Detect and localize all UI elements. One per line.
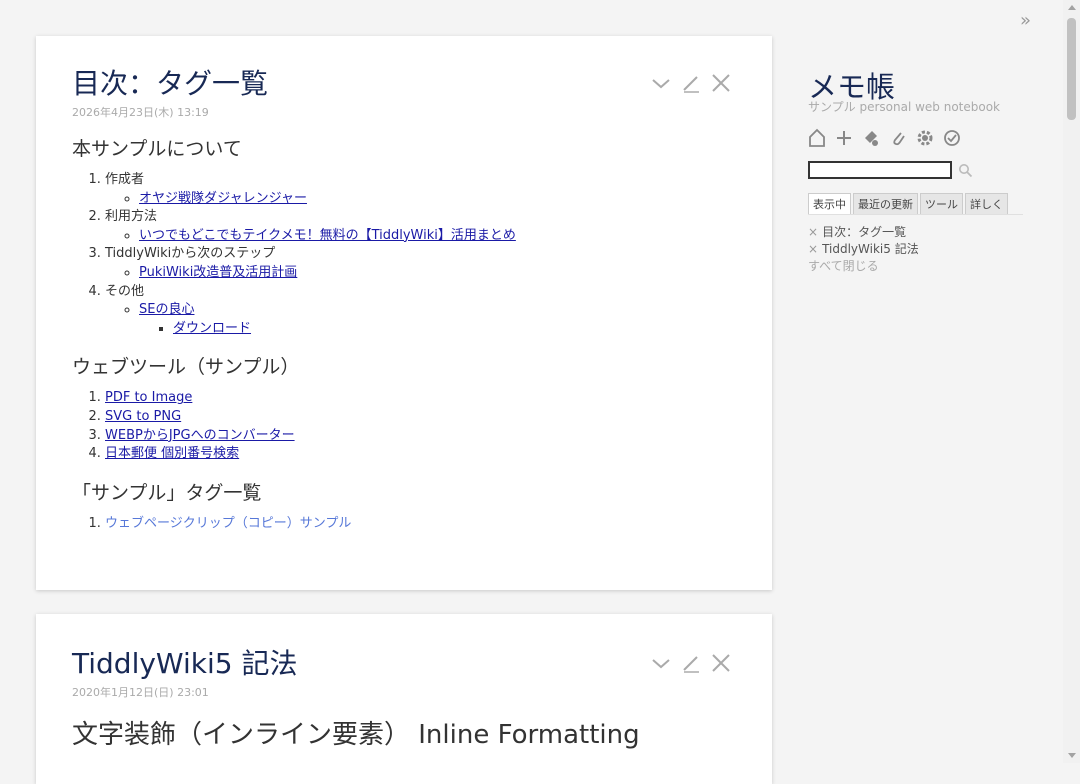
open-tiddlers-list: × 目次：タグ一覧 × TiddlyWiki5 記法 すべて閉じる [808, 224, 919, 275]
page-controls [808, 128, 961, 148]
close-icon[interactable]: × [808, 242, 818, 256]
attach-icon[interactable] [889, 128, 907, 148]
scroll-thumb[interactable] [1067, 18, 1076, 120]
list-item-label: 利用方法 [105, 209, 158, 225]
link[interactable]: いつでもどこでもテイクメモ！無料の【TiddlyWiki】活用まとめ [139, 228, 516, 243]
list-item-label: その他 [105, 283, 145, 299]
gear-icon[interactable] [916, 128, 934, 148]
tiddler-body: 文字装飾（インライン要素） Inline Formatting [72, 714, 736, 761]
link[interactable]: ダウンロード [173, 321, 251, 336]
list-item: WEBPからJPGへのコンバーター [105, 427, 736, 446]
tiddler-subtitle: 2020年1月12日(日) 23:01 [72, 686, 209, 699]
search-input[interactable] [808, 161, 952, 179]
tab-more[interactable]: 詳しく [965, 193, 1008, 214]
list-item: オヤジ戦隊ダジャレンジャー [139, 190, 736, 209]
site-subtitle: サンプル personal web notebook [808, 100, 1001, 114]
list-item: 作成者 オヤジ戦隊ダジャレンジャー [105, 171, 736, 208]
list-item: PukiWiki改造普及活用計画 [139, 264, 736, 283]
open-tiddler-item[interactable]: × TiddlyWiki5 記法 [808, 241, 919, 258]
list-item: ダウンロード [173, 320, 736, 339]
list-item: その他 SEの良心 ダウンロード [105, 283, 736, 339]
section-heading: 「サンプル」タグ一覧 [72, 481, 262, 504]
import-icon[interactable] [862, 128, 880, 148]
edit-icon[interactable] [680, 72, 702, 96]
close-all-button[interactable]: すべて閉じる [808, 258, 919, 275]
search-icon[interactable] [958, 163, 973, 178]
section-heading: ウェブツール（サンプル） [72, 356, 300, 379]
list-item: いつでもどこでもテイクメモ！無料の【TiddlyWiki】活用まとめ [139, 227, 736, 246]
home-icon[interactable] [808, 128, 826, 148]
list-item: PDF to Image [105, 389, 736, 408]
scroll-down-arrow-icon[interactable] [1068, 753, 1076, 758]
list-item-label: 作成者 [105, 172, 145, 187]
tiddler-controls [650, 652, 732, 676]
list-item: SVG to PNG [105, 408, 736, 427]
expand-sidebar-icon[interactable]: » [1020, 10, 1040, 31]
about-list: 作成者 オヤジ戦隊ダジャレンジャー 利用方法 いつでもどこでもテイクメモ！無料の… [72, 171, 736, 338]
list-item: TiddlyWikiから次のステップ PukiWiki改造普及活用計画 [105, 245, 736, 282]
more-actions-icon[interactable] [650, 652, 672, 676]
list-item-label: TiddlyWikiから次のステップ [105, 246, 276, 262]
link[interactable]: ウェブページクリップ（コピー）サンプル [105, 516, 351, 531]
check-circle-icon[interactable] [943, 128, 961, 148]
link[interactable]: SVG to PNG [105, 409, 181, 424]
link[interactable]: オヤジ戦隊ダジャレンジャー [139, 191, 307, 206]
open-tiddler-label[interactable]: 目次：タグ一覧 [822, 225, 906, 239]
scrollbar[interactable] [1063, 0, 1080, 763]
open-tiddler-item[interactable]: × 目次：タグ一覧 [808, 224, 919, 241]
more-actions-icon[interactable] [650, 72, 672, 96]
link[interactable]: SEの良心 [139, 302, 194, 317]
list-item: 日本郵便 個別番号検索 [105, 445, 736, 464]
new-tiddler-icon[interactable] [835, 128, 853, 148]
tiddler-toc: 目次：タグ一覧 2026年4月23日(木) 13:19 本サンプルについて 作成… [36, 36, 772, 590]
scroll-up-arrow-icon[interactable] [1068, 5, 1076, 10]
edit-icon[interactable] [680, 652, 702, 676]
tab-open[interactable]: 表示中 [808, 193, 851, 214]
list-item: SEの良心 ダウンロード [139, 301, 736, 338]
tiddler-title: TiddlyWiki5 記法 [72, 647, 298, 680]
section-heading: 本サンプルについて [72, 138, 242, 160]
tiddler-controls [650, 72, 732, 96]
sidebar-tabs: 表示中 最近の更新 ツール 詳しく [808, 193, 1023, 215]
close-icon[interactable] [710, 652, 732, 676]
list-item: 利用方法 いつでもどこでもテイクメモ！無料の【TiddlyWiki】活用まとめ [105, 208, 736, 245]
link[interactable]: PDF to Image [105, 390, 192, 405]
list-item: ウェブページクリップ（コピー）サンプル [105, 515, 736, 534]
tiddler-body: 本サンプルについて 作成者 オヤジ戦隊ダジャレンジャー 利用方法 いつでもどこで… [72, 134, 736, 547]
open-tiddler-label[interactable]: TiddlyWiki5 記法 [822, 242, 919, 256]
tab-recent[interactable]: 最近の更新 [853, 193, 918, 214]
link[interactable]: 日本郵便 個別番号検索 [105, 446, 239, 461]
link[interactable]: WEBPからJPGへのコンバーター [105, 428, 295, 443]
search-row [808, 161, 973, 179]
tagged-list: ウェブページクリップ（コピー）サンプル [72, 515, 736, 534]
tiddler-syntax: TiddlyWiki5 記法 2020年1月12日(日) 23:01 文字装飾（… [36, 614, 772, 784]
close-icon[interactable]: × [808, 225, 818, 239]
tab-tools[interactable]: ツール [920, 193, 963, 214]
close-icon[interactable] [710, 72, 732, 96]
tiddler-title: 目次：タグ一覧 [72, 67, 269, 100]
link[interactable]: PukiWiki改造普及活用計画 [139, 265, 297, 280]
tiddler-subtitle: 2026年4月23日(木) 13:19 [72, 106, 209, 119]
webtools-list: PDF to Image SVG to PNG WEBPからJPGへのコンバータ… [72, 389, 736, 463]
section-heading: 文字装飾（インライン要素） Inline Formatting [72, 720, 640, 750]
